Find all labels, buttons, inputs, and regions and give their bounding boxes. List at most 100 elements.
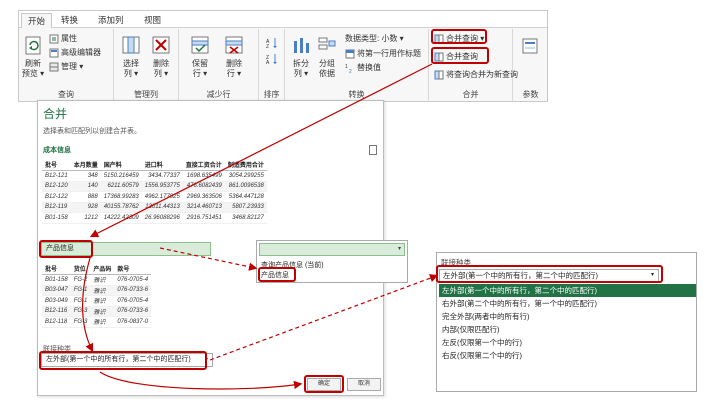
join-option[interactable]: 完全外部(两者中的所有行): [439, 310, 696, 323]
manage-button[interactable]: 管理 ▾: [49, 61, 83, 73]
document-icon[interactable]: [369, 145, 377, 155]
highlight-merge-queries-item: [431, 47, 489, 64]
group-query-label: 查询: [58, 90, 74, 99]
table-cell: 5364.447128: [224, 191, 267, 203]
table-cell: B01-158: [42, 274, 71, 286]
tab-transform[interactable]: 转换: [55, 13, 84, 28]
table2-col-header[interactable]: 批号: [42, 263, 71, 275]
tab-home[interactable]: 开始: [21, 13, 53, 28]
table-cell: 1698.635499: [182, 170, 225, 182]
table2-col-header[interactable]: 产品码: [90, 263, 115, 275]
table-cell: 3214.460713: [182, 202, 225, 213]
group-sort: AZ ZA 排序: [259, 29, 285, 102]
refresh-preview-button[interactable]: 刷新 预览 ▾: [21, 35, 45, 79]
table-row: B03-047 FG-1 雅识 076-0733-6: [42, 285, 152, 296]
highlight-join-selected: [436, 265, 663, 283]
table-cell: 13011.44313: [141, 202, 183, 213]
refresh-label-2: 预览 ▾: [21, 69, 45, 78]
table-cell: 雅识: [90, 306, 115, 317]
group-by-button[interactable]: 分组 依据: [315, 35, 339, 79]
cancel-button[interactable]: 取消: [347, 378, 381, 391]
keep-rows-label-2: 行 ▾: [192, 69, 208, 78]
table-cell: FG-3: [70, 316, 91, 328]
split-column-button[interactable]: 拆分 列 ▾: [289, 35, 313, 79]
highlight-ok-button: [304, 375, 344, 393]
split-column-label-1: 拆分: [293, 59, 309, 68]
join-option[interactable]: 内部(仅限匹配行): [439, 323, 696, 336]
tab-add-column[interactable]: 添加列: [92, 13, 130, 28]
table-cell: 476.6082439: [182, 181, 225, 192]
table-cell: B12-116: [42, 306, 71, 317]
join-option[interactable]: 右反(仅限第二个中的行): [439, 349, 696, 362]
group-transform-label: 转换: [348, 90, 365, 99]
table-cell: FG-3: [70, 306, 91, 317]
replace-values-icon: 12: [345, 64, 352, 73]
table1-col-header[interactable]: 制造费用合计: [224, 159, 267, 171]
merge-as-new-item[interactable]: 将查询合并为新查询: [434, 69, 518, 81]
manage-parameters-button[interactable]: [519, 37, 541, 57]
table-row: B12-122 888 17368.99283 4962.177925 2969…: [42, 191, 267, 203]
table-cell: 雅识: [90, 274, 115, 286]
table2-col-header[interactable]: 货位: [70, 263, 91, 275]
first-row-header-label: 将第一行用作标题: [357, 49, 421, 58]
merge-as-new-icon: [434, 70, 444, 80]
chevron-down-icon: ▾: [397, 246, 401, 252]
advanced-editor-button[interactable]: 高级编辑器: [49, 47, 101, 59]
table-cell: 1212: [70, 212, 101, 224]
choose-columns-button[interactable]: 选择 列 ▾: [117, 35, 145, 79]
data-type-dropdown[interactable]: 数据类型: 小数 ▾: [345, 33, 404, 45]
replace-values-button[interactable]: 1 2 替换值: [345, 62, 381, 74]
table-cell: 5807.23933: [224, 202, 267, 213]
table-cell: FG-2: [70, 274, 91, 286]
table-cell: B12-120: [42, 181, 71, 192]
choose-columns-label-2: 列 ▾: [123, 69, 139, 78]
table1-col-header[interactable]: 批号: [42, 159, 71, 171]
table1-col-header[interactable]: 本月数量: [70, 159, 101, 171]
table-cell: 40155.78762: [100, 202, 142, 213]
table-row: B12-116 FG-3 雅识 076-0733-6: [42, 306, 152, 317]
highlight-join-kind: [39, 351, 207, 370]
join-option[interactable]: 左反(仅限第一个中的行): [439, 336, 696, 349]
table-cell: 888: [70, 191, 101, 203]
choose-columns-icon: [122, 36, 140, 54]
table-cell: B03-049: [42, 295, 71, 307]
table-cell: 3468.82127: [224, 212, 267, 224]
sort-ascending-button[interactable]: AZ: [264, 37, 280, 51]
group-by-icon: [318, 37, 336, 50]
table2-col-header[interactable]: 款号: [114, 263, 152, 275]
sort-descending-button[interactable]: ZA: [264, 53, 280, 67]
tab-view[interactable]: 视图: [138, 13, 167, 28]
table-row: B12-119 928 40155.78762 13011.44313 3214…: [42, 202, 267, 213]
table-cell: 076-0837-0: [114, 316, 152, 328]
dialog-title: 合并: [43, 107, 68, 121]
highlight-merge-queries: [431, 29, 487, 44]
sort-descending-icon: ZA: [266, 54, 277, 65]
table1-col-header[interactable]: 国产料: [100, 159, 142, 171]
group-parameters-label: 参数: [522, 90, 539, 99]
keep-rows-button[interactable]: 保留 行 ▾: [185, 35, 215, 79]
parameters-icon: [522, 38, 538, 54]
table-cell: 6211.60579: [100, 181, 142, 192]
table-cell: 17368.99283: [100, 191, 142, 203]
split-column-icon: [294, 38, 309, 53]
properties-button[interactable]: 属性: [49, 33, 77, 45]
group-by-label-1: 分组: [319, 59, 335, 68]
table-cell: 076-0733-6: [114, 306, 152, 317]
first-row-header-button[interactable]: 将第一行用作标题: [345, 48, 421, 60]
svg-text:2: 2: [349, 69, 352, 73]
table1-col-header[interactable]: 直接工资合计: [182, 159, 225, 171]
table-cell: 076-0705-4: [114, 274, 152, 286]
ribbon: 开始 转换 添加列 视图 刷新 预览 ▾ 属性 高级编辑器 管理 ▾ 查询 选择…: [18, 10, 548, 102]
table-row: B03-049 FG-1 雅识 076-0705-4: [42, 295, 152, 307]
remove-columns-icon: [152, 36, 170, 54]
remove-columns-label-2: 列 ▾: [153, 69, 169, 78]
table-dropdown-select[interactable]: ▾: [259, 243, 405, 256]
join-option[interactable]: 左外部(第一个中的所有行，第二个中的匹配行): [439, 284, 696, 297]
table-cell: 928: [70, 202, 101, 213]
table1-col-header[interactable]: 进口料: [141, 159, 183, 171]
join-option[interactable]: 右外部(第二个中的所有行，第一个中的匹配行): [439, 297, 696, 310]
table-cell: B12-121: [42, 170, 71, 182]
remove-columns-button[interactable]: 删除 列 ▾: [147, 35, 175, 79]
remove-rows-button[interactable]: 删除 行 ▾: [219, 35, 249, 79]
table-cell: B01-158: [42, 212, 71, 224]
